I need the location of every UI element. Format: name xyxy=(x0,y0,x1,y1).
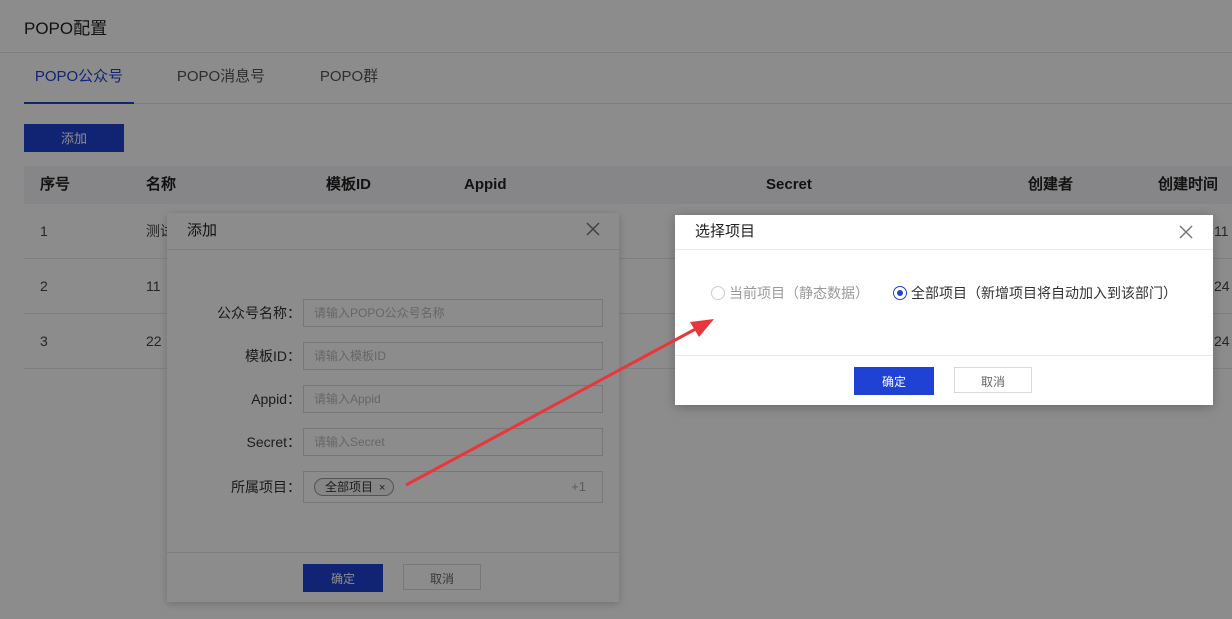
select-dialog-cancel-button[interactable]: 取消 xyxy=(954,367,1032,393)
radio-button[interactable] xyxy=(711,286,725,300)
select-dialog-title: 选择项目 xyxy=(695,223,756,240)
select-dialog-header: 选择项目 xyxy=(675,215,1213,250)
radio-all-projects-label: 全部项目（新增项目将自动加入到该部门） xyxy=(911,285,1177,301)
radio-current-project-label: 当前项目（静态数据） xyxy=(729,285,869,301)
popo-config-page: POPO配置 POPO公众号 POPO消息号 POPO群 添加 序号 名称 模板… xyxy=(0,0,1232,619)
radio-button[interactable] xyxy=(893,286,907,300)
select-project-dialog: 选择项目 当前项目（静态数据） 全部项目（新增项目将自动加入到该部门） 确定 取… xyxy=(675,215,1213,405)
select-dialog-footer: 确定 取消 xyxy=(675,355,1213,405)
select-dialog-confirm-button[interactable]: 确定 xyxy=(854,367,934,395)
close-icon[interactable] xyxy=(1178,224,1194,240)
